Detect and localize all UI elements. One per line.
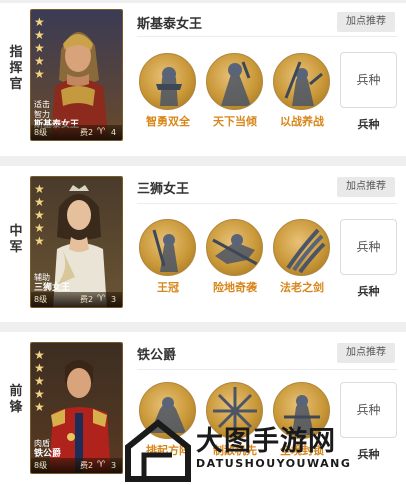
star-rating: ★ ★ ★ ★ ★ (34, 16, 46, 80)
skill-emblem-icon (273, 219, 330, 276)
hero-card-footer: 8级 费2 ♈ 3 (31, 292, 122, 307)
section-divider (0, 322, 406, 332)
skill-emblem-icon (206, 53, 263, 110)
troop-type-slot[interactable]: 兵种 (340, 52, 397, 108)
hero-name: 铁公爵 (137, 348, 177, 363)
skill-emblem-icon (139, 53, 196, 110)
troop-type-slot[interactable]: 兵种 (340, 219, 397, 275)
divider (137, 36, 397, 37)
lineup-row-center: 中军 ★ ★ ★ ★ ★ 辅助 三狮女王 8级 费2 ♈ 3 三狮女王 加点推荐… (0, 166, 406, 318)
recommend-points-button[interactable]: 加点推荐 (337, 343, 395, 363)
pet-icon: ♈ (97, 460, 106, 470)
divider (137, 369, 397, 370)
hero-name: 斯基泰女王 (137, 17, 203, 32)
hero-card[interactable]: ★ ★ ★ ★ ★ 辅助 三狮女王 8级 费2 ♈ 3 (30, 176, 123, 308)
position-label-char: 挥 (9, 61, 23, 76)
skill-label: 险地奇袭 (213, 281, 257, 294)
position-label: 中军 (8, 224, 24, 256)
position-label: 指挥官 (8, 45, 24, 93)
pet-icon: ♈ (97, 294, 106, 304)
lineup-row-commander: 指挥官 ★ ★ ★ ★ ★ 适击 智力 斯基泰女王 8级 (0, 3, 406, 155)
hero-card-footer: 8级 费2 ♈ 4 (31, 125, 122, 140)
hero-cost: 费2 (80, 128, 94, 137)
skill-emblem-icon (273, 53, 330, 110)
skill-slot[interactable]: 智勇双全 (136, 53, 200, 128)
hero-level: 8级 (34, 461, 48, 470)
star-icon: ★ (34, 208, 45, 222)
watermark-subtitle: DATUSHOUYOUWANG (196, 457, 352, 470)
skill-slot[interactable]: 险地奇袭 (203, 219, 267, 294)
position-label-char: 中 (9, 224, 23, 239)
position-label: 前锋 (8, 384, 24, 416)
hero-card[interactable]: ★ ★ ★ ★ ★ 适击 智力 斯基泰女王 8级 费2 ♈ 4 (30, 9, 123, 141)
recommend-points-button[interactable]: 加点推荐 (337, 177, 395, 197)
section-divider (0, 156, 406, 166)
skill-slot[interactable]: 法老之剑 (270, 219, 334, 294)
hero-role: 适击 (34, 100, 50, 109)
skill-emblem-icon (139, 219, 196, 276)
position-label-char: 指 (9, 45, 23, 60)
hero-level: 8级 (34, 128, 48, 137)
skill-label: 智勇双全 (146, 115, 190, 128)
star-icon: ★ (34, 387, 45, 401)
position-label-char: 锋 (9, 400, 23, 415)
skill-slot[interactable]: 王冠 (136, 219, 200, 294)
position-label-char: 军 (9, 240, 23, 255)
skill-label: 王冠 (157, 281, 179, 294)
watermark-title: 大图手游网 (196, 426, 336, 457)
star-icon: ★ (34, 28, 45, 42)
star-icon: ★ (34, 182, 45, 196)
skill-emblem-icon (206, 219, 263, 276)
star-icon: ★ (34, 15, 45, 29)
star-icon: ★ (34, 195, 45, 209)
troop-type-label: 兵种 (357, 285, 380, 298)
hero-cost: 费2 (80, 295, 94, 304)
star-icon: ★ (34, 221, 45, 235)
skill-label: 法老之剑 (280, 281, 324, 294)
skill-label: 天下当倾 (213, 115, 257, 128)
star-icon: ★ (34, 67, 45, 81)
hero-role: 肉盾 (34, 439, 50, 448)
house-logo-icon (125, 419, 191, 482)
skill-label: 以战养战 (280, 115, 324, 128)
pet-count: 3 (111, 295, 117, 304)
hero-cost: 费2 (80, 461, 94, 470)
star-icon: ★ (34, 41, 45, 55)
position-label-char: 前 (9, 384, 23, 399)
position-label-char: 官 (9, 77, 23, 92)
skill-slot[interactable]: 天下当倾 (203, 53, 267, 128)
star-icon: ★ (34, 400, 45, 414)
hero-name: 三狮女王 (137, 182, 190, 197)
hero-card-footer: 8级 费2 ♈ 3 (31, 458, 122, 473)
pet-count: 4 (111, 128, 117, 137)
star-rating: ★ ★ ★ ★ ★ (34, 183, 46, 247)
divider (137, 203, 397, 204)
star-icon: ★ (34, 374, 45, 388)
star-icon: ★ (34, 234, 45, 248)
troop-type-label: 兵种 (357, 118, 380, 131)
skill-slot[interactable]: 以战养战 (270, 53, 334, 128)
star-rating: ★ ★ ★ ★ ★ (34, 349, 46, 413)
watermark: 大图手游网 DATUSHOUYOUWANG (120, 415, 400, 485)
star-icon: ★ (34, 361, 45, 375)
star-icon: ★ (34, 348, 45, 362)
pet-count: 3 (111, 461, 117, 470)
recommend-points-button[interactable]: 加点推荐 (337, 12, 395, 32)
hero-card[interactable]: ★ ★ ★ ★ ★ 肉盾 铁公爵 8级 费2 ♈ 3 (30, 342, 123, 474)
hero-role: 辅助 (34, 273, 50, 282)
hero-level: 8级 (34, 295, 48, 304)
star-icon: ★ (34, 54, 45, 68)
pet-icon: ♈ (97, 127, 106, 137)
hero-attribute: 智力 (34, 110, 50, 119)
